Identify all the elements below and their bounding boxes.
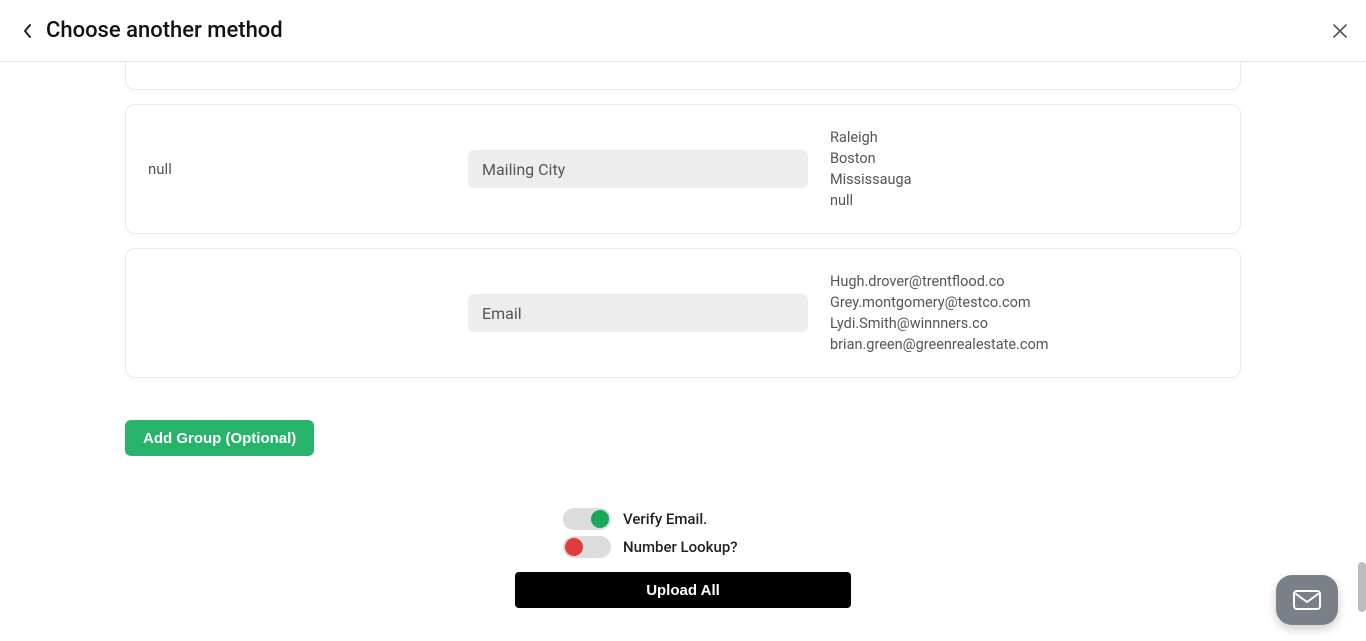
content-area: null Mailing City Raleigh Boston Mississ… bbox=[0, 62, 1366, 641]
mapping-row-inner: Email Hugh.drover@trentflood.co Grey.mon… bbox=[126, 249, 1240, 377]
chevron-left-icon bbox=[22, 23, 34, 39]
field-select-mailing-city[interactable]: Mailing City bbox=[468, 150, 808, 188]
vertical-scrollbar[interactable] bbox=[1358, 62, 1366, 641]
back-button[interactable] bbox=[16, 19, 40, 43]
number-lookup-label: Number Lookup? bbox=[623, 538, 738, 556]
source-value: null bbox=[148, 160, 468, 178]
main-column: null Mailing City Raleigh Boston Mississ… bbox=[125, 62, 1241, 608]
sample-value: Hugh.drover@trentflood.co bbox=[830, 271, 1218, 292]
field-select-label: Mailing City bbox=[482, 160, 565, 179]
field-select-email[interactable]: Email bbox=[468, 294, 808, 332]
toggle-row-number-lookup: Number Lookup? bbox=[483, 536, 883, 558]
mapping-row-email: Email Hugh.drover@trentflood.co Grey.mon… bbox=[125, 248, 1241, 378]
toggle-row-verify-email: Verify Email. bbox=[483, 508, 883, 530]
sample-values: Hugh.drover@trentflood.co Grey.montgomer… bbox=[808, 271, 1218, 355]
sample-value: Grey.montgomery@testco.com bbox=[830, 292, 1218, 313]
number-lookup-toggle[interactable] bbox=[563, 536, 611, 558]
close-icon bbox=[1332, 23, 1348, 39]
add-group-button[interactable]: Add Group (Optional) bbox=[125, 420, 314, 456]
field-select-wrapper: Email bbox=[468, 294, 808, 332]
scrollbar-thumb[interactable] bbox=[1358, 562, 1366, 612]
sample-value: Lydi.Smith@winnners.co bbox=[830, 313, 1218, 334]
sample-value: Boston bbox=[830, 148, 1218, 169]
sample-value: brian.green@greenrealestate.com bbox=[830, 334, 1218, 355]
mail-icon bbox=[1293, 590, 1321, 610]
upload-all-button[interactable]: Upload All bbox=[515, 572, 851, 608]
close-button[interactable] bbox=[1328, 19, 1352, 43]
mapping-row-partial bbox=[125, 62, 1241, 90]
field-select-label: Email bbox=[482, 304, 522, 323]
sample-value: null bbox=[830, 190, 1218, 211]
toggles-block: Verify Email. Number Lookup? bbox=[483, 508, 883, 558]
mapping-row-mailing-city: null Mailing City Raleigh Boston Mississ… bbox=[125, 104, 1241, 234]
sample-value: Mississauga bbox=[830, 169, 1218, 190]
verify-email-label: Verify Email. bbox=[623, 510, 707, 528]
sample-value: Raleigh bbox=[830, 127, 1218, 148]
chat-widget-button[interactable] bbox=[1276, 575, 1338, 625]
header-bar: Choose another method bbox=[0, 0, 1366, 62]
toggle-knob bbox=[591, 510, 609, 528]
page-title: Choose another method bbox=[46, 18, 283, 43]
field-select-wrapper: Mailing City bbox=[468, 150, 808, 188]
sample-values: Raleigh Boston Mississauga null bbox=[808, 127, 1218, 211]
verify-email-toggle[interactable] bbox=[563, 508, 611, 530]
mapping-row-inner: null Mailing City Raleigh Boston Mississ… bbox=[126, 105, 1240, 233]
toggle-knob bbox=[565, 538, 583, 556]
